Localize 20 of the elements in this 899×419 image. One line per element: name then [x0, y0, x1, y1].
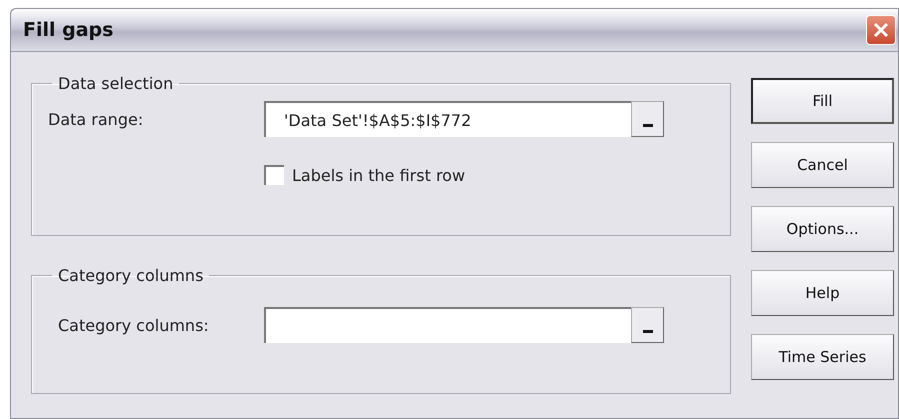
group-title: Data selection: [57, 74, 174, 93]
dialog-button[interactable]: Options...: [751, 206, 894, 252]
dash-icon: [642, 124, 652, 127]
window-title: Fill gaps: [23, 19, 114, 41]
close-button[interactable]: [866, 15, 896, 45]
dialog-button[interactable]: Cancel: [751, 142, 894, 188]
dash-icon: [642, 330, 652, 333]
dialog-button[interactable]: Help: [751, 270, 894, 316]
close-icon: [873, 22, 889, 38]
browse-button[interactable]: [631, 307, 664, 343]
checkbox-label: Labels in the first row: [292, 166, 466, 184]
input-field[interactable]: 'Data Set'!$A$5:$I$772: [264, 101, 631, 137]
group-title: Category columns: [57, 266, 204, 285]
dialog-button[interactable]: Time Series: [751, 334, 894, 380]
dialog-button[interactable]: Fill: [751, 78, 894, 124]
checkbox[interactable]: [264, 165, 284, 185]
field-label: Data range:: [48, 110, 144, 128]
field-label: Category columns:: [58, 316, 210, 334]
browse-button[interactable]: [631, 101, 664, 137]
input-field[interactable]: [264, 307, 631, 343]
